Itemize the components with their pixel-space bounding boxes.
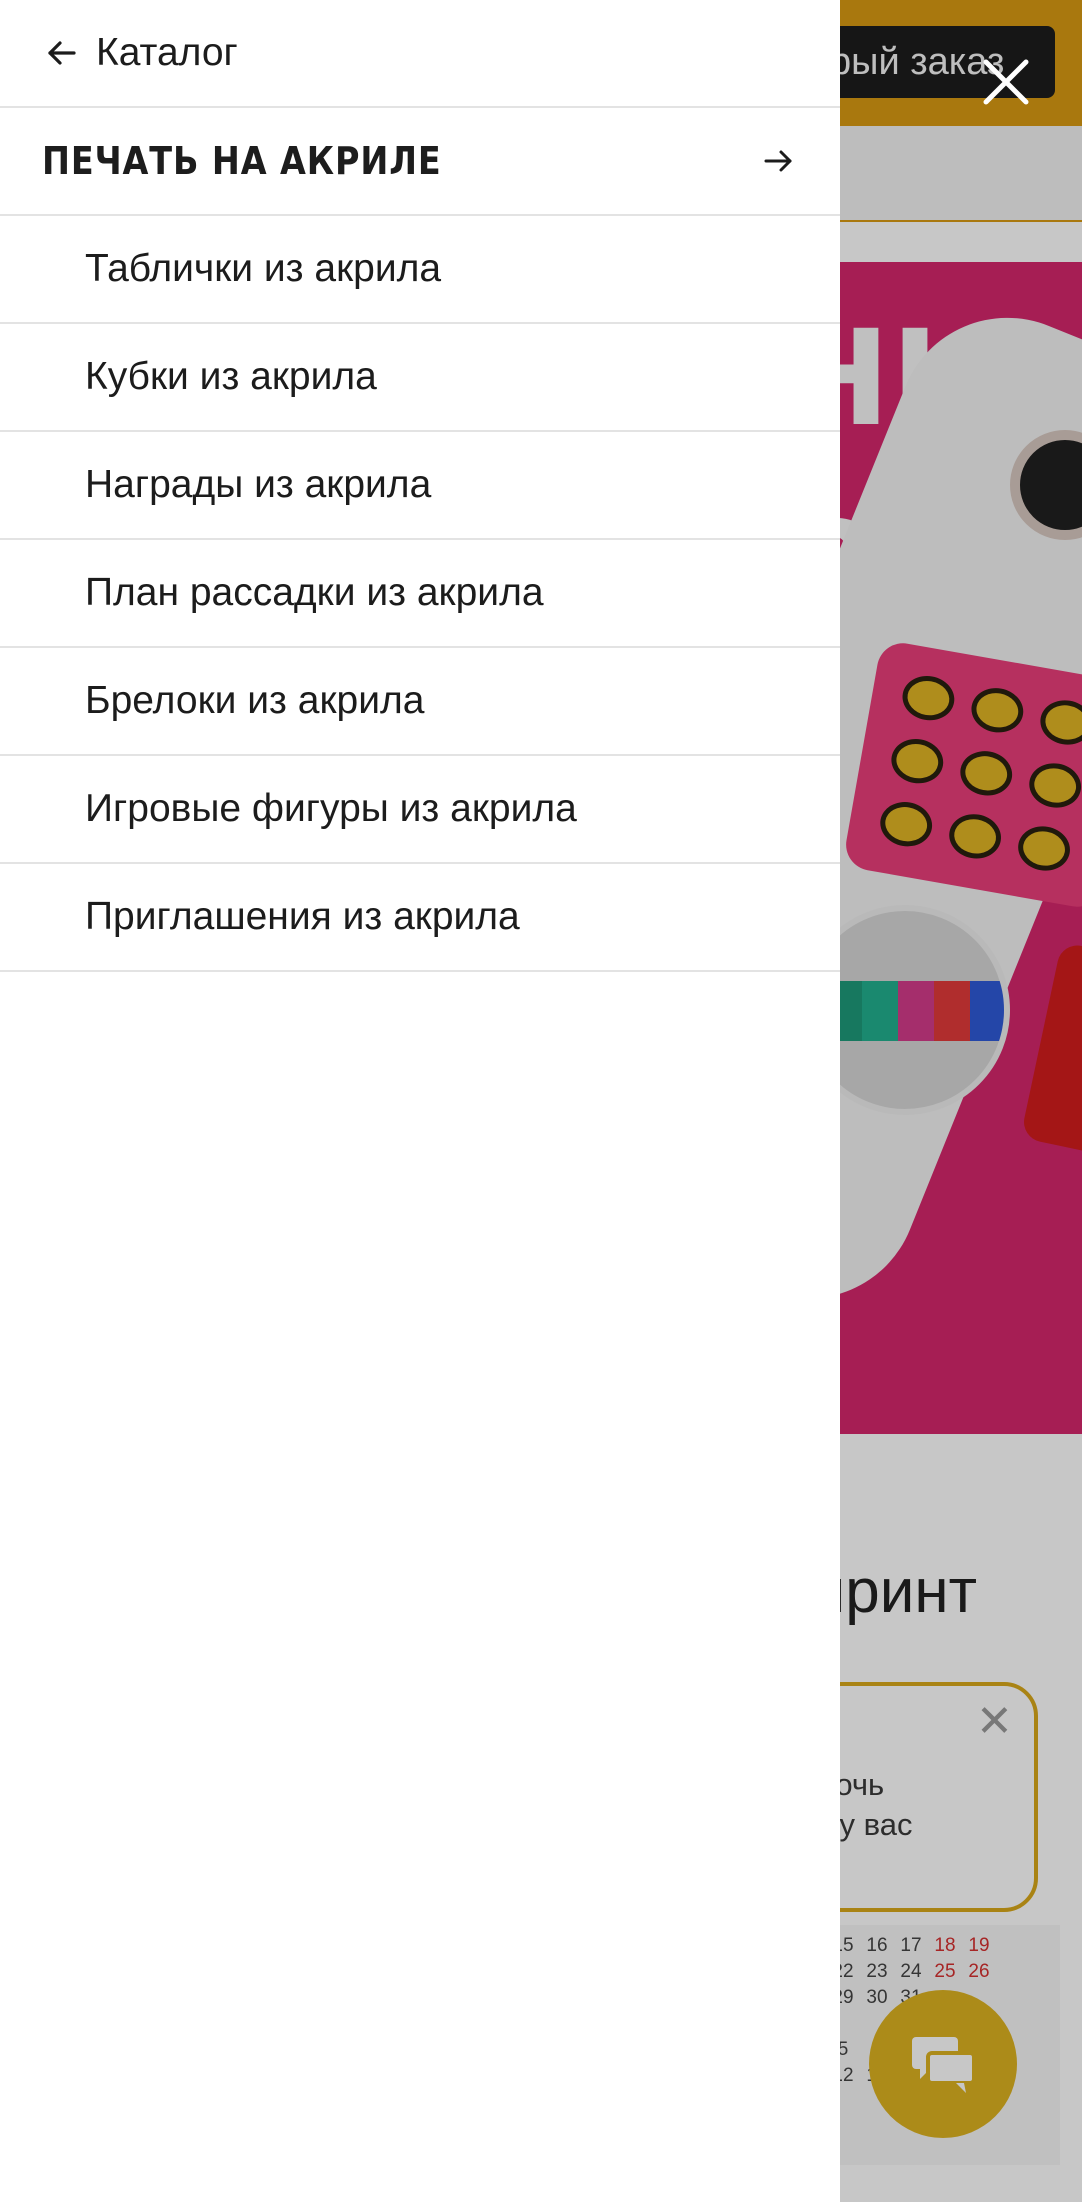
catalog-back-button[interactable]: Каталог — [0, 0, 840, 108]
menu-item-acrylic-seating-plan[interactable]: План рассадки из акрила — [0, 540, 840, 648]
menu-item-acrylic-plates[interactable]: Таблички из акрила — [0, 216, 840, 324]
menu-item-acrylic-awards[interactable]: Награды из акрила — [0, 432, 840, 540]
arrow-right-icon — [764, 150, 792, 172]
subcategory-list: Таблички из акрила Кубки из акрила Награ… — [0, 216, 840, 972]
menu-item-acrylic-keychains[interactable]: Брелоки из акрила — [0, 648, 840, 756]
section-title: ПЕЧАТЬ НА АКРИЛЕ — [42, 139, 442, 183]
menu-item-acrylic-game-figures[interactable]: Игровые фигуры из акрила — [0, 756, 840, 864]
catalog-back-label: Каталог — [96, 31, 238, 74]
menu-item-acrylic-invitations[interactable]: Приглашения из акрила — [0, 864, 840, 972]
arrow-left-icon — [48, 41, 76, 65]
close-icon[interactable] — [980, 56, 1032, 108]
menu-item-acrylic-cups[interactable]: Кубки из акрила — [0, 324, 840, 432]
catalog-drawer: Каталог ПЕЧАТЬ НА АКРИЛЕ Таблички из акр… — [0, 0, 840, 2202]
section-acrylic-print[interactable]: ПЕЧАТЬ НА АКРИЛЕ — [0, 108, 840, 216]
